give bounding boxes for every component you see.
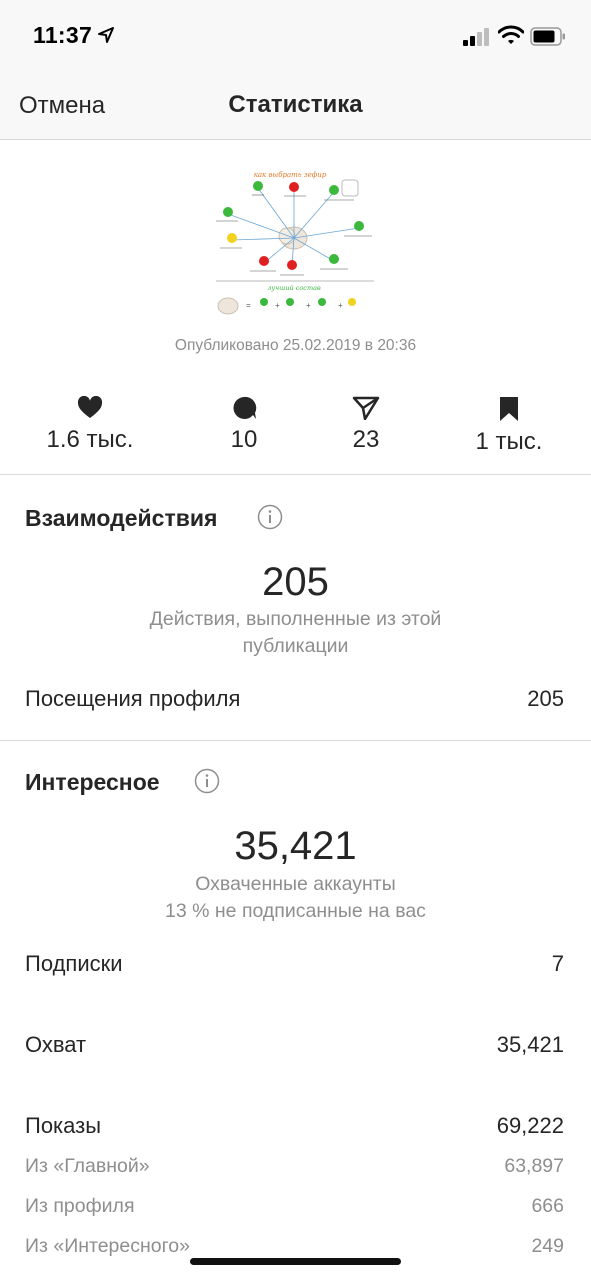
profile-visits-row: Посещения профиля 205 xyxy=(25,686,564,716)
info-icon[interactable] xyxy=(257,504,283,530)
infographic-title: как выбрать зефир xyxy=(254,171,327,179)
post-infographic-image: как выбрать зефир лучший состав = + + + xyxy=(216,171,374,315)
row-label: Из «Главной» xyxy=(25,1155,150,1177)
reach-row: Охват 35,421 xyxy=(25,1032,564,1062)
row-label: Из «Интересного» xyxy=(25,1235,190,1257)
shares-metric: 23 xyxy=(291,392,441,454)
svg-text:=: = xyxy=(246,301,251,310)
saves-metric: 1 тыс. xyxy=(434,392,584,456)
infographic-subtitle: лучший состав xyxy=(267,284,321,292)
row-value: 35,421 xyxy=(496,1032,564,1057)
page-title: Статистика xyxy=(228,91,363,118)
shares-count: 23 xyxy=(352,426,380,453)
divider xyxy=(0,474,591,475)
row-label: Охват xyxy=(25,1032,87,1057)
comment-icon xyxy=(233,396,257,419)
divider xyxy=(0,740,591,741)
not-following-percent: 13 % не подписанные на вас xyxy=(165,900,426,922)
row-value: 249 xyxy=(531,1235,564,1257)
follows-row: Подписки 7 xyxy=(25,951,564,981)
bookmark-icon xyxy=(500,397,518,421)
svg-text:+: + xyxy=(306,301,311,310)
row-value: 69,222 xyxy=(496,1113,564,1138)
reach-total: 35,421 xyxy=(234,824,357,868)
home-indicator[interactable] xyxy=(190,1258,401,1265)
row-label: Подписки xyxy=(25,951,123,976)
interactions-title: Взаимодействия xyxy=(25,505,218,531)
row-label: Из профиля xyxy=(25,1195,135,1217)
saves-count: 1 тыс. xyxy=(475,428,543,455)
battery-icon xyxy=(530,27,565,46)
discovery-title: Интересное xyxy=(25,769,160,795)
send-icon xyxy=(352,396,380,420)
reach-description: Охваченные аккаунты xyxy=(195,873,396,895)
row-value: 666 xyxy=(531,1195,564,1217)
status-time: 11:37 xyxy=(33,22,93,48)
location-arrow-icon xyxy=(98,27,114,43)
published-date: Опубликовано 25.02.2019 в 20:36 xyxy=(174,337,417,354)
info-icon[interactable] xyxy=(194,768,220,794)
row-value: 205 xyxy=(527,686,564,711)
interactions-total: 205 xyxy=(262,560,329,604)
likes-count: 1.6 тыс. xyxy=(46,426,134,453)
wifi-icon xyxy=(498,25,524,44)
row-value: 63,897 xyxy=(504,1155,564,1177)
svg-text:+: + xyxy=(338,301,343,310)
status-bar: 11:37 xyxy=(0,0,591,70)
post-thumbnail[interactable]: как выбрать зефир лучший состав = + + + xyxy=(214,168,376,320)
likes-metric: 1.6 тыс. xyxy=(15,392,165,454)
impressions-home-row: Из «Главной» 63,897 xyxy=(25,1155,564,1185)
row-value: 7 xyxy=(551,951,564,976)
nav-bar: Отмена Статистика xyxy=(0,70,591,140)
impressions-profile-row: Из профиля 666 xyxy=(25,1195,564,1225)
svg-text:+: + xyxy=(275,301,280,310)
impressions-row: Показы 69,222 xyxy=(25,1113,564,1143)
row-label: Показы xyxy=(25,1113,102,1138)
interactions-description: Действия, выполненные из этой публикации xyxy=(149,608,442,657)
heart-icon xyxy=(77,396,103,418)
cellular-signal-icon xyxy=(463,28,489,46)
row-label: Посещения профиля xyxy=(25,686,241,711)
metrics-row: 1.6 тыс. 10 23 1 тыс. xyxy=(0,392,591,472)
